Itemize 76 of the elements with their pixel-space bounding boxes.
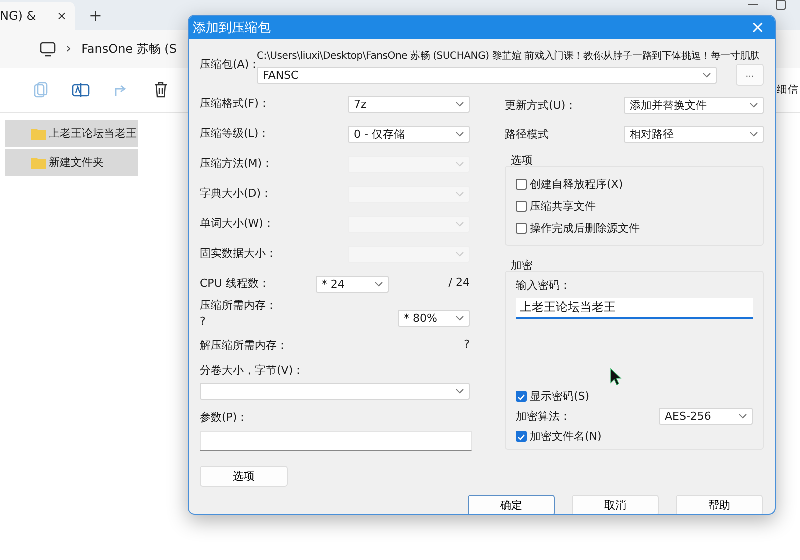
folder-icon xyxy=(31,156,46,168)
chevron-icon xyxy=(703,72,711,78)
close-button[interactable]: × xyxy=(750,18,765,38)
dropdown[interactable]: * 80% xyxy=(398,310,470,326)
password-field[interactable]: 上老王论坛当老王 xyxy=(516,298,753,319)
trash-icon xyxy=(154,82,168,98)
group-title: 加密 xyxy=(510,258,534,270)
group-title: 选项 xyxy=(510,153,534,165)
dialog-button[interactable]: 帮助 xyxy=(676,495,763,514)
dropdown[interactable]: 0 - 仅存储 xyxy=(348,126,470,143)
dropdown[interactable]: AES-256 xyxy=(659,408,753,424)
dropdown[interactable]: 相对路径 xyxy=(624,126,764,142)
field-label: 压缩包(A)： xyxy=(200,58,257,73)
checkbox[interactable]: 加密文件名(N) xyxy=(516,427,753,445)
field-label: 输入密码： xyxy=(516,278,572,293)
chevron-icon xyxy=(456,132,464,137)
checkbox[interactable]: 操作完成后删除源文件 xyxy=(516,219,753,237)
field-label: 固实数据大小： xyxy=(200,246,277,261)
field-label: 压缩方法(M)： xyxy=(200,156,274,171)
dropdown[interactable]: * 24 xyxy=(316,276,389,293)
field-label: 字典大小(D)： xyxy=(200,186,272,201)
chevron-icon xyxy=(456,162,464,167)
checkmark-icon xyxy=(517,392,526,402)
folder-icon xyxy=(31,128,46,140)
browse-button[interactable]: ... xyxy=(736,64,764,86)
field-label: 更新方式(U)： xyxy=(505,98,577,112)
mouse-pointer-icon xyxy=(610,368,622,386)
chevron-icon xyxy=(739,414,747,418)
field-label: 解压缩所需内存： xyxy=(200,338,288,353)
chevron-icon xyxy=(456,102,464,107)
new-tab-button[interactable]: + xyxy=(89,6,102,24)
copy-icon xyxy=(34,82,48,98)
archive-name-dropdown[interactable]: FANSC xyxy=(257,66,717,84)
folder-item[interactable]: 新建文件夹 xyxy=(5,149,138,176)
memory-value: ? xyxy=(200,315,207,328)
checkbox[interactable]: 创建自释放程序(X) xyxy=(516,175,753,193)
dialog-button[interactable]: 取消 xyxy=(572,495,659,514)
breadcrumb-item[interactable]: FansOne 苏畅 (S xyxy=(82,40,177,58)
chevron-icon xyxy=(456,222,464,227)
checkmark-icon xyxy=(517,432,526,442)
field-label: 压缩所需内存： xyxy=(200,298,277,313)
view-details-label[interactable]: 细信 xyxy=(777,83,799,97)
volume-size-dropdown[interactable] xyxy=(200,383,470,400)
dialog-button[interactable]: 确定 xyxy=(468,495,555,514)
chevron-icon xyxy=(456,389,464,394)
chevron-icon xyxy=(374,282,383,287)
monitor-icon xyxy=(40,42,56,56)
field-label: CPU 线程数： xyxy=(200,276,270,291)
memory-value: ? xyxy=(464,338,470,353)
folder-item[interactable]: 上老王论坛当老王 xyxy=(5,120,138,147)
dropdown[interactable]: 7z xyxy=(348,96,470,113)
dropdown[interactable]: 添加并替换文件 xyxy=(624,96,764,114)
browser-tab[interactable]: NG) & × xyxy=(0,2,75,30)
rename-icon xyxy=(72,82,90,98)
field-label: 压缩格式(F)： xyxy=(200,96,270,111)
checkbox[interactable]: 显示密码(S) xyxy=(516,387,753,405)
thread-count: / 24 xyxy=(448,276,470,289)
dialog-title-bar: 添加到压缩包 × xyxy=(189,16,775,39)
chevron-icon xyxy=(750,132,758,136)
breadcrumb-separator: › xyxy=(66,41,72,57)
field-label: 压缩等级(L)： xyxy=(200,126,270,141)
checkbox[interactable]: 压缩共享文件 xyxy=(516,197,753,215)
maximize-icon xyxy=(776,0,786,10)
chevron-icon xyxy=(456,316,464,320)
field-label: 单词大小(W)： xyxy=(200,216,274,231)
chevron-icon xyxy=(456,252,464,257)
chevron-icon xyxy=(456,192,464,197)
field-label: 路径模式 xyxy=(505,126,549,142)
options-button[interactable]: 选项 xyxy=(200,466,288,487)
input-field[interactable] xyxy=(200,431,472,451)
archive-path: C:\Users\liuxi\Desktop\FansOne 苏畅 (SUCHANG) 黎芷媗 前戏入门课！教你从脖子一路到下体挑逗！每一寸肌肤 xyxy=(257,50,761,63)
field-label: 分卷大小，字节(V)： xyxy=(200,363,306,378)
field-label: 参数(P)： xyxy=(200,410,250,425)
field-label: 加密算法： xyxy=(516,408,571,424)
tab-close-button[interactable]: × xyxy=(56,9,67,23)
chevron-icon xyxy=(750,102,758,108)
